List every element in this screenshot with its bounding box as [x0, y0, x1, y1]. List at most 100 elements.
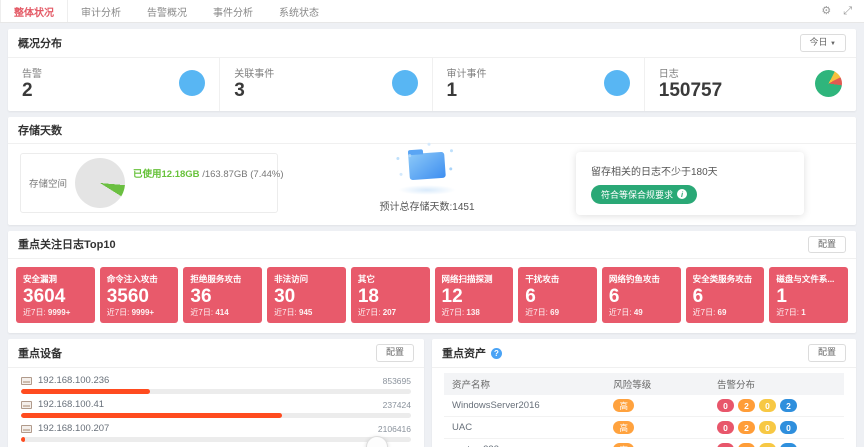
devices-config-button[interactable]: 配置: [376, 344, 414, 362]
log-type-name: 非法访问: [274, 273, 339, 285]
alarm-badge-high: 2: [738, 399, 755, 412]
device-list: 192.168.100.236 853695 192.168.100.41 23…: [8, 368, 424, 447]
log-type-name: 网络钓鱼攻击: [609, 273, 674, 285]
alarm-badge-low: 2: [780, 399, 797, 412]
overview-title: 概况分布: [18, 35, 62, 51]
column-alarm-distribution: 告警分布: [717, 377, 755, 391]
log-type-name: 安全类服务攻击: [693, 273, 758, 285]
tab-label: 审计分析: [81, 4, 121, 19]
assets-table: 资产名称 风险等级 告警分布 WindowsServer2016 高 0 2 0…: [432, 368, 856, 447]
log-count: 3560: [107, 287, 172, 306]
log-top-card[interactable]: 安全类服务攻击 6 近7日: 69: [686, 267, 765, 323]
tab-label: 事件分析: [213, 4, 253, 19]
tab-overall-status[interactable]: 整体状况: [0, 0, 68, 22]
compliance-notice-box: 留存相关的日志不少于180天 符合等保合规要求 i: [576, 152, 804, 215]
log-top-card[interactable]: 安全漏洞 3604 近7日: 9999+: [16, 267, 95, 323]
stat-audit-events: 审计事件 1: [433, 58, 645, 111]
recent-label: 近7日:: [693, 308, 716, 317]
log-top-card[interactable]: 非法访问 30 近7日: 945: [267, 267, 346, 323]
dashboard-content: 概况分布 今日 ▼ 告警 2 关联事件 3 审计事件: [0, 23, 864, 447]
stat-value: 150757: [659, 80, 722, 102]
tab-system-status[interactable]: 系统状态: [266, 0, 332, 22]
device-log-count: 2106416: [378, 424, 411, 434]
alarm-badge-high: 2: [738, 421, 755, 434]
log-count: 18: [358, 287, 423, 306]
log-count: 1: [776, 287, 841, 306]
recent-label: 近7日:: [23, 308, 46, 317]
storage-days-block: 预计总存储天数:1451: [278, 153, 576, 213]
folder-icon: [397, 153, 457, 193]
storage-total-text: /163.87GB (7.44%): [202, 169, 283, 180]
device-row: 192.168.100.207 2106416: [21, 423, 411, 442]
top10-cards: 安全漏洞 3604 近7日: 9999+ 命令注入攻击 3560 近7日: 99…: [8, 259, 856, 333]
device-log-count: 853695: [383, 376, 411, 386]
stat-logs: 日志 150757: [645, 58, 856, 111]
stat-label: 审计事件: [447, 65, 487, 80]
help-icon[interactable]: ?: [491, 348, 502, 359]
tab-alarm-overview[interactable]: 告警概况: [134, 0, 200, 22]
recent-count: 414: [215, 308, 228, 317]
recent-count: 9999+: [48, 308, 70, 317]
overview-stats: 告警 2 关联事件 3 审计事件 1: [8, 58, 856, 111]
log-top-card[interactable]: 网络钓鱼攻击 6 近7日: 49: [602, 267, 681, 323]
storage-used-text: 已使用12.18GB: [133, 169, 200, 180]
compliance-badge[interactable]: 符合等保合规要求 i: [591, 185, 697, 204]
stat-value: 2: [22, 80, 42, 102]
risk-badge: 高: [613, 443, 634, 447]
storage-space-box: 存储空间 已使用12.18GB /163.87GB (7.44%): [20, 153, 278, 213]
stat-correlated-events: 关联事件 3: [220, 58, 432, 111]
overview-header: 概况分布 今日 ▼: [8, 29, 856, 58]
log-top-card[interactable]: 网络扫描探测 12 近7日: 138: [435, 267, 514, 323]
top10-header: 重点关注日志Top10 配置: [8, 231, 856, 260]
risk-badge: 高: [613, 399, 634, 412]
log-top-card[interactable]: 磁盘与文件系... 1 近7日: 1: [769, 267, 848, 323]
device-icon: [21, 377, 32, 385]
log-top-card[interactable]: 干扰攻击 6 近7日: 69: [518, 267, 597, 323]
top10-title: 重点关注日志Top10: [18, 236, 116, 252]
log-count: 6: [609, 287, 674, 306]
stat-value: 1: [447, 80, 487, 102]
key-assets-card: 重点资产 ? 配置 资产名称 风险等级 告警分布 WindowsServer20…: [432, 339, 856, 447]
stat-label: 告警: [22, 65, 42, 80]
top10-config-button[interactable]: 配置: [808, 236, 846, 254]
recent-label: 近7日:: [190, 308, 213, 317]
period-select[interactable]: 今日 ▼: [800, 34, 846, 52]
tab-label: 告警概况: [147, 4, 187, 19]
overview-card: 概况分布 今日 ▼ 告警 2 关联事件 3 审计事件: [8, 29, 856, 111]
gear-icon[interactable]: ⚙: [821, 6, 831, 17]
period-label: 今日: [810, 37, 828, 47]
compliance-badge-label: 符合等保合规要求: [601, 188, 673, 201]
info-icon: i: [677, 189, 687, 199]
tab-event-analysis[interactable]: 事件分析: [200, 0, 266, 22]
recent-label: 近7日:: [609, 308, 632, 317]
stat-label: 日志: [659, 65, 722, 80]
recent-label: 近7日:: [776, 308, 799, 317]
recent-label: 近7日:: [274, 308, 297, 317]
nav-icons: ⚙ ⤢: [821, 0, 864, 22]
risk-badge: 高: [613, 421, 634, 434]
assets-config-button[interactable]: 配置: [808, 344, 846, 362]
top10-logs-card: 重点关注日志Top10 配置 安全漏洞 3604 近7日: 9999+ 命令注入…: [8, 231, 856, 334]
fullscreen-icon[interactable]: ⤢: [843, 6, 852, 17]
log-type-name: 命令注入攻击: [107, 273, 172, 285]
tab-label: 整体状况: [14, 4, 54, 19]
assets-header: 重点资产 ? 配置: [432, 339, 856, 368]
device-ip: 192.168.100.41: [38, 399, 104, 410]
device-icon: [21, 401, 32, 409]
tab-audit-analysis[interactable]: 审计分析: [68, 0, 134, 22]
log-count: 6: [693, 287, 758, 306]
alarm-badge-medium: 1: [759, 443, 776, 447]
tab-label: 系统状态: [279, 4, 319, 19]
storage-header: 存储天数: [8, 117, 856, 144]
recent-label: 近7日:: [442, 308, 465, 317]
log-count: 6: [525, 287, 590, 306]
recent-count: 138: [466, 308, 479, 317]
asset-row: UAC 高 0 2 0 0: [444, 417, 844, 439]
log-top-card[interactable]: 拒绝服务攻击 36 近7日: 414: [183, 267, 262, 323]
log-top-card[interactable]: 命令注入攻击 3560 近7日: 9999+: [100, 267, 179, 323]
device-bar-fill: [21, 389, 150, 394]
storage-title: 存储天数: [18, 122, 62, 138]
storage-body: 存储空间 已使用12.18GB /163.87GB (7.44%) 预计总存储天…: [8, 144, 856, 225]
log-top-card[interactable]: 其它 18 近7日: 207: [351, 267, 430, 323]
asset-name: UAC: [452, 422, 613, 433]
